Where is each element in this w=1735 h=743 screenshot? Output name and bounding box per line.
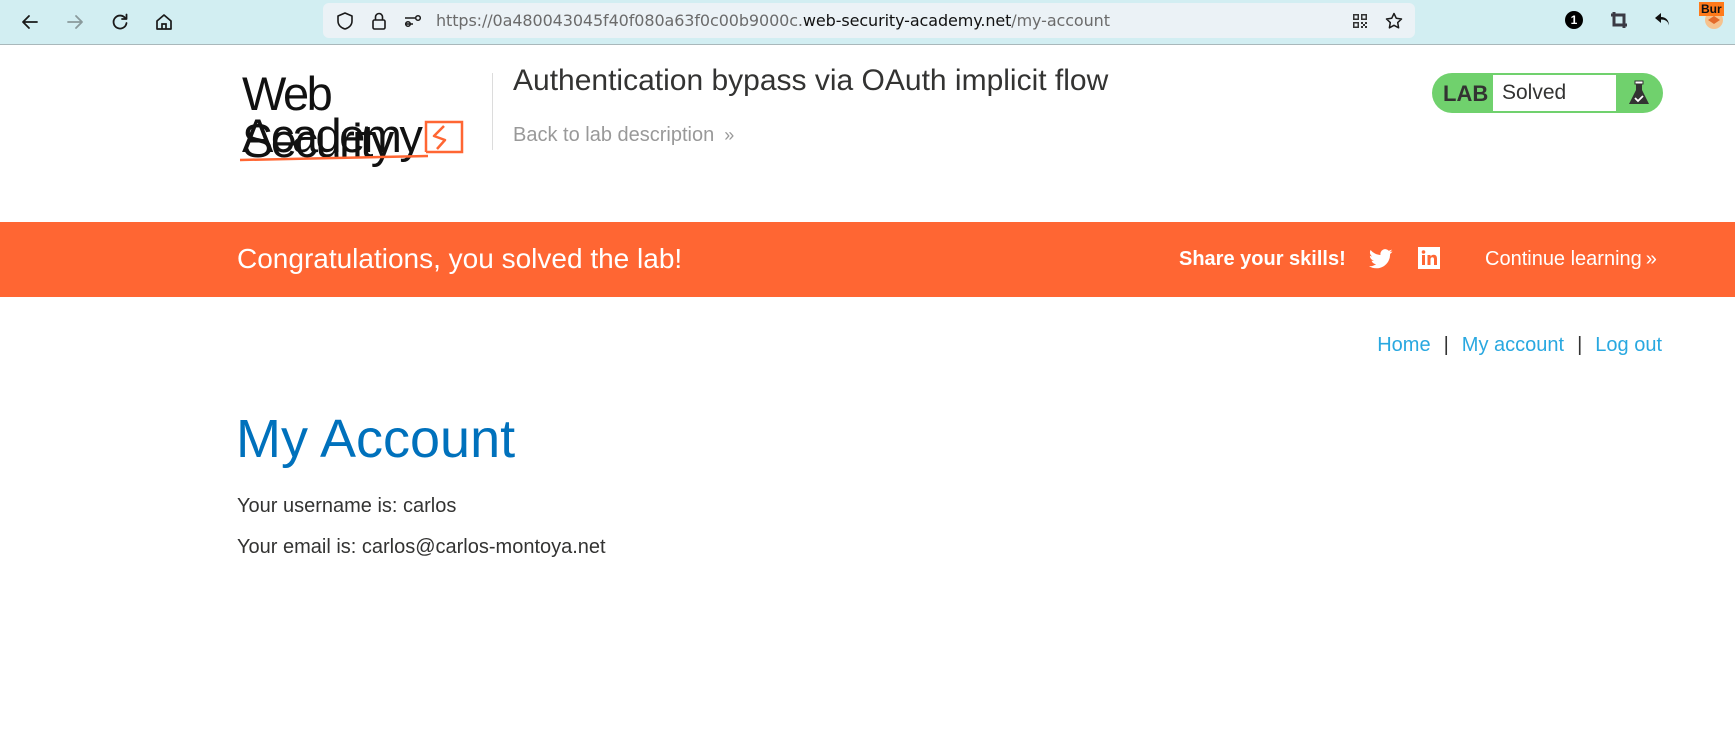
linkedin-icon[interactable] [1418, 247, 1440, 269]
lab-status-badge: LAB Solved [1432, 73, 1663, 113]
nav-my-account-link[interactable]: My account [1462, 334, 1564, 356]
logo-lightning-box-icon [239, 120, 464, 162]
arrow-right-icon [67, 15, 83, 29]
double-chevron-right-icon: » [1645, 248, 1657, 270]
flask-check-icon [1629, 80, 1649, 104]
web-security-academy-logo[interactable]: Web Security Academy [238, 70, 488, 164]
permissions-icon[interactable] [403, 11, 423, 31]
lock-icon[interactable] [369, 11, 389, 31]
lab-label: LAB [1443, 81, 1489, 106]
reload-icon [112, 13, 128, 30]
account-nav: Home | My account | Log out [1377, 334, 1662, 357]
home-button[interactable] [148, 6, 180, 38]
browser-toolbar: https://0a480043045f40f080a63f0c00b9000c… [0, 0, 1735, 45]
undo-arrow-icon [1655, 13, 1669, 26]
undo-extension[interactable] [1652, 9, 1674, 31]
twitter-icon[interactable] [1369, 248, 1393, 270]
reload-button[interactable] [104, 6, 136, 38]
email-info: Your email is: carlos@carlos-montoya.net [237, 536, 606, 558]
header-divider [492, 73, 493, 150]
qr-code-icon[interactable] [1350, 11, 1370, 31]
burp-extension[interactable]: Bur [1697, 2, 1733, 34]
solved-banner: Congratulations, you solved the lab! Sha… [0, 222, 1735, 297]
url-text[interactable]: https://0a480043045f40f080a63f0c00b9000c… [436, 11, 1110, 30]
nav-home-link[interactable]: Home [1377, 334, 1430, 356]
arrow-left-icon [22, 15, 38, 29]
continue-learning-link[interactable]: Continue learning» [1485, 248, 1657, 271]
home-icon [156, 14, 172, 30]
nav-separator: | [1443, 334, 1449, 356]
crop-icon [1611, 12, 1627, 28]
back-to-lab-description-link[interactable]: Back to lab description » [513, 124, 734, 147]
nav-separator: | [1577, 334, 1583, 356]
back-button[interactable] [14, 6, 46, 38]
address-bar[interactable]: https://0a480043045f40f080a63f0c00b9000c… [323, 3, 1415, 38]
burp-label: Bur [1699, 2, 1724, 16]
page-heading: My Account [236, 409, 516, 469]
double-chevron-right-icon: » [724, 125, 735, 145]
bookmark-star-icon[interactable] [1384, 11, 1404, 31]
extension-badge-count: 1 [1570, 13, 1578, 27]
back-link-label: Back to lab description [513, 124, 715, 146]
crop-extension[interactable] [1608, 9, 1630, 31]
url-subdomain: https://0a480043045f40f080a63f0c00b9000c… [436, 11, 803, 30]
congratulations-message: Congratulations, you solved the lab! [237, 243, 683, 274]
nav-log-out-link[interactable]: Log out [1595, 334, 1662, 356]
extension-badge[interactable]: 1 [1563, 9, 1585, 31]
continue-learning-label: Continue learning [1485, 248, 1642, 270]
lab-title: Authentication bypass via OAuth implicit… [513, 64, 1109, 97]
url-path: /my-account [1011, 11, 1110, 30]
share-skills-label: Share your skills! [1179, 248, 1346, 270]
shield-icon[interactable] [335, 11, 355, 31]
url-domain: web-security-academy.net [802, 11, 1012, 30]
username-info: Your username is: carlos [237, 495, 457, 517]
lab-status-text: Solved [1493, 75, 1616, 111]
forward-button[interactable] [59, 6, 91, 38]
